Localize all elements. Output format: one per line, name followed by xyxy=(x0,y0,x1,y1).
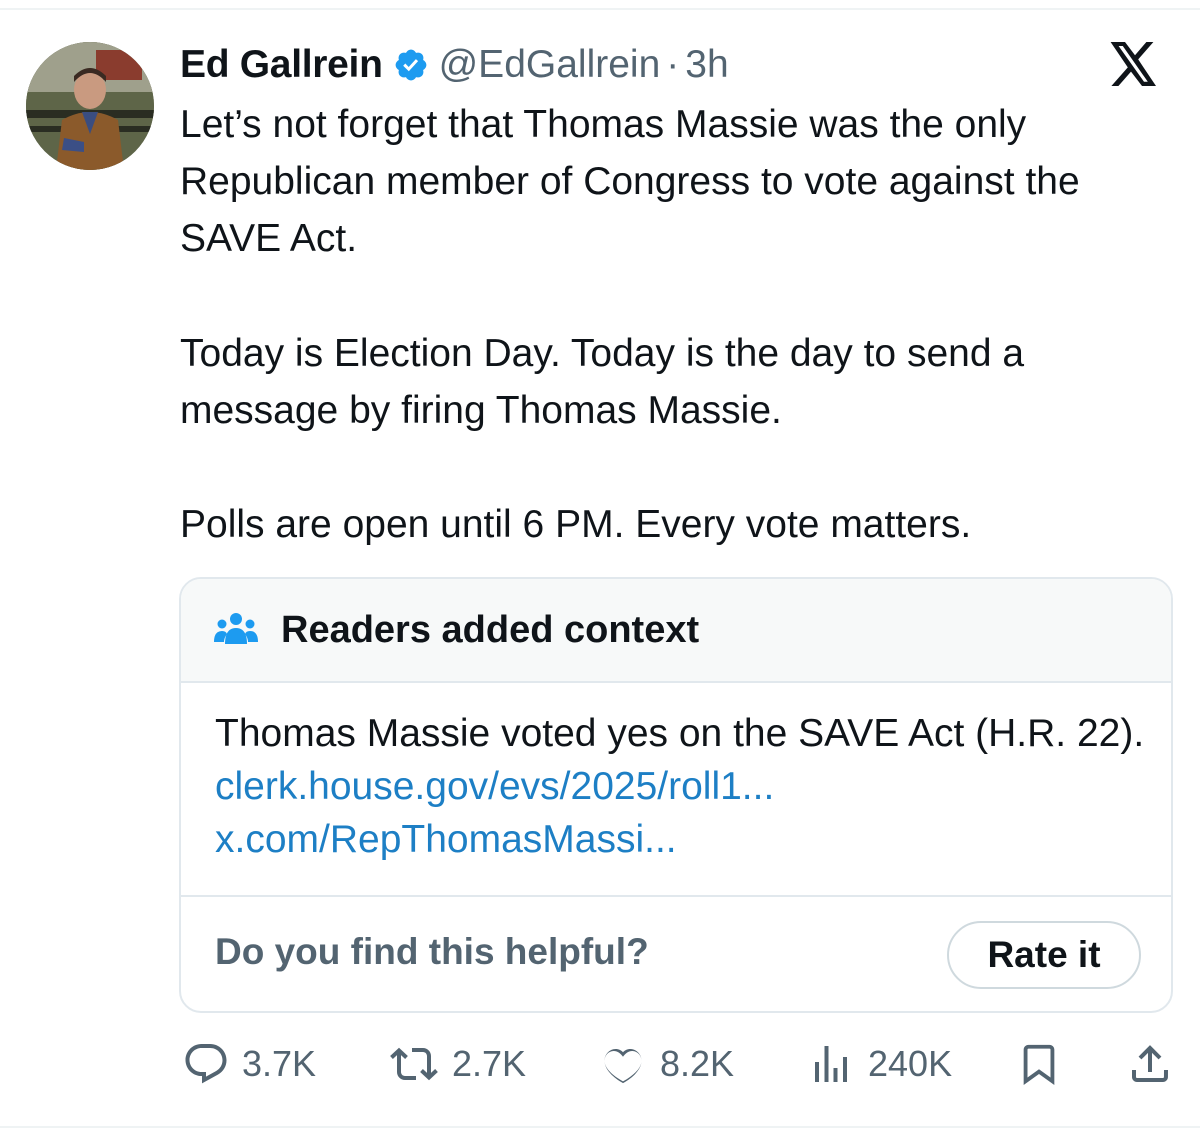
x-logo-icon xyxy=(1110,42,1158,86)
community-note-header: Readers added context xyxy=(181,579,1171,683)
reply-icon xyxy=(185,1044,227,1084)
verified-badge-icon xyxy=(393,47,429,83)
heart-icon xyxy=(604,1048,642,1084)
share-icon xyxy=(1132,1045,1168,1082)
separator-dot: · xyxy=(666,43,680,86)
note-link-x[interactable]: x.com/RepThomasMassi... xyxy=(215,818,677,861)
post-paragraph-2: Today is Election Day. Today is the day … xyxy=(180,332,1025,432)
reply-button[interactable]: 3.7K xyxy=(180,1036,316,1092)
repost-icon xyxy=(390,1047,438,1081)
like-count: 8.2K xyxy=(660,1043,735,1084)
post-paragraph-3: Polls are open until 6 PM. Every vote ma… xyxy=(180,503,972,546)
post-header: Ed Gallrein @EdGallrein · 3h xyxy=(180,40,729,90)
bookmark-icon xyxy=(1023,1044,1055,1085)
note-link-clerk[interactable]: clerk.house.gov/evs/2025/roll1... xyxy=(215,765,774,808)
post-paragraph-1: Let’s not forget that Thomas Massie was … xyxy=(180,103,1080,260)
post-timestamp[interactable]: 3h xyxy=(685,43,728,87)
like-button[interactable]: 8.2K xyxy=(596,1036,734,1092)
views-button[interactable]: 240K xyxy=(804,1036,952,1092)
reply-count: 3.7K xyxy=(242,1043,317,1084)
bookmark-button[interactable] xyxy=(1016,1036,1072,1092)
rate-it-button[interactable]: Rate it xyxy=(947,921,1141,989)
views-icon xyxy=(815,1046,847,1082)
author-handle[interactable]: @EdGallrein xyxy=(439,43,661,87)
note-divider xyxy=(181,895,1171,897)
avatar[interactable] xyxy=(26,42,154,170)
community-note-text: Thomas Massie voted yes on the SAVE Act … xyxy=(215,712,1145,755)
top-divider xyxy=(0,8,1200,10)
helpful-question: Do you find this helpful? xyxy=(215,931,649,972)
author-name[interactable]: Ed Gallrein xyxy=(180,43,383,87)
share-button[interactable] xyxy=(1126,1036,1184,1092)
people-icon xyxy=(213,610,259,650)
community-note-card: Readers added context Thomas Massie vote… xyxy=(179,577,1173,1013)
bottom-divider xyxy=(0,1126,1200,1128)
community-note-body: Thomas Massie voted yes on the SAVE Act … xyxy=(215,707,1145,866)
view-count: 240K xyxy=(868,1043,953,1084)
action-bar: 3.7K 2.7K 8.2K 240K xyxy=(0,1036,1200,1092)
community-note-title: Readers added context xyxy=(281,608,700,651)
repost-count: 2.7K xyxy=(452,1043,527,1084)
repost-button[interactable]: 2.7K xyxy=(386,1036,526,1092)
